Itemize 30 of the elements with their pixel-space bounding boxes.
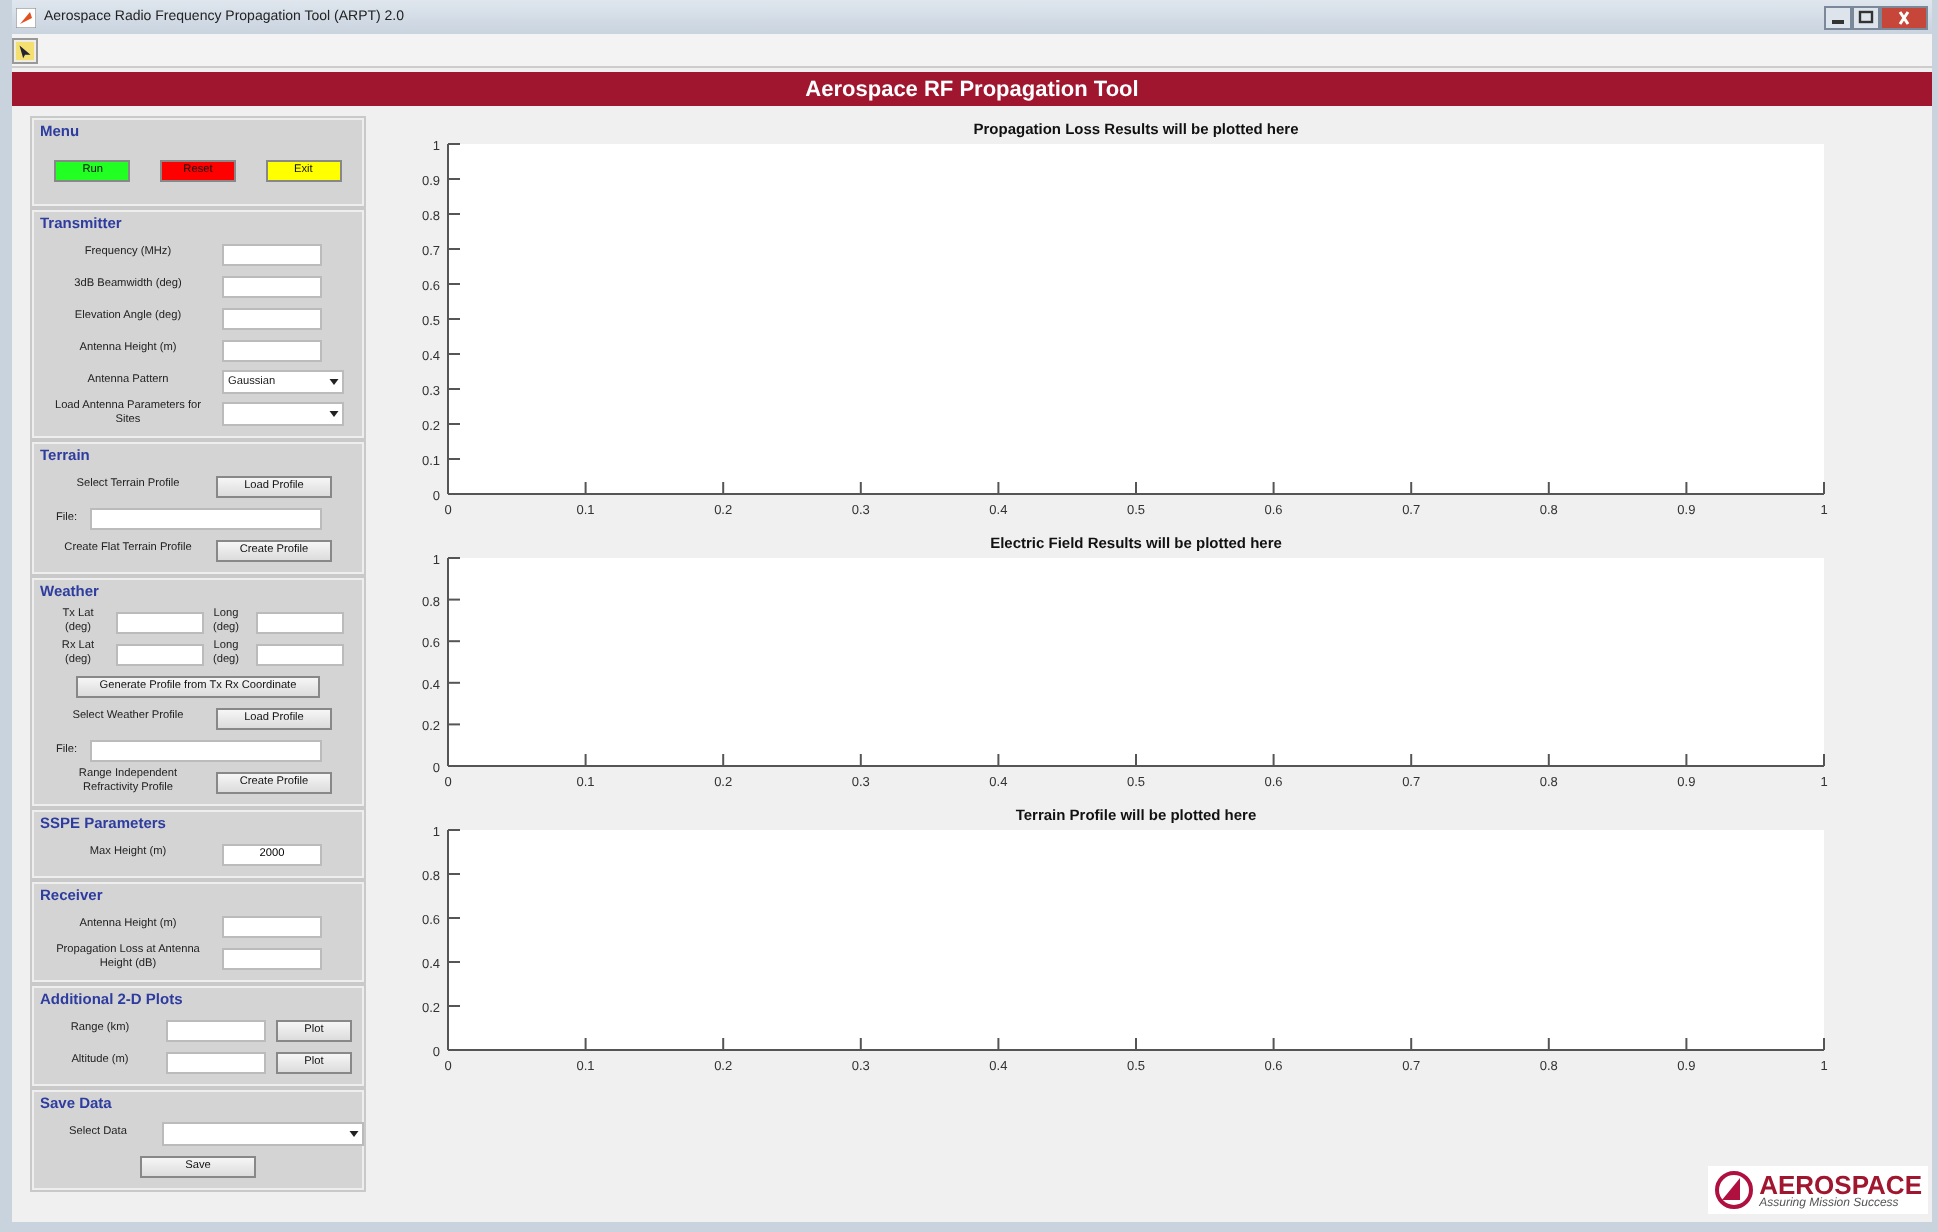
close-icon bbox=[1894, 9, 1914, 25]
file-field[interactable] bbox=[90, 507, 322, 529]
caret-icon bbox=[348, 1128, 360, 1140]
maximize-icon bbox=[1856, 9, 1876, 25]
input-field[interactable] bbox=[256, 643, 344, 665]
dropdown[interactable] bbox=[162, 1122, 364, 1146]
close-button[interactable] bbox=[1880, 5, 1928, 29]
toolbar-button[interactable] bbox=[12, 37, 38, 63]
input-field[interactable] bbox=[256, 611, 344, 633]
input-field[interactable] bbox=[222, 947, 322, 969]
input-field[interactable] bbox=[222, 307, 322, 329]
banner-title: Aerospace RF Propagation Tool bbox=[805, 77, 1139, 101]
input-field[interactable] bbox=[222, 243, 322, 265]
input-field[interactable] bbox=[222, 275, 322, 297]
logo-name: AEROSPACE bbox=[1759, 1171, 1922, 1197]
input-field[interactable] bbox=[222, 915, 322, 937]
input-field[interactable] bbox=[116, 611, 204, 633]
cursor-icon bbox=[14, 39, 36, 61]
input-field[interactable] bbox=[222, 339, 322, 361]
input-field[interactable] bbox=[166, 1019, 266, 1041]
input-field[interactable] bbox=[116, 643, 204, 665]
caret-icon bbox=[328, 376, 340, 388]
file-field[interactable] bbox=[90, 739, 322, 761]
app-icon bbox=[16, 7, 36, 27]
logo-icon bbox=[1713, 1170, 1754, 1210]
dropdown[interactable] bbox=[222, 402, 344, 426]
minimize-button[interactable] bbox=[1824, 5, 1852, 29]
input-field[interactable] bbox=[166, 1051, 266, 1073]
maximize-button[interactable] bbox=[1852, 5, 1880, 29]
caret-icon bbox=[328, 408, 340, 420]
